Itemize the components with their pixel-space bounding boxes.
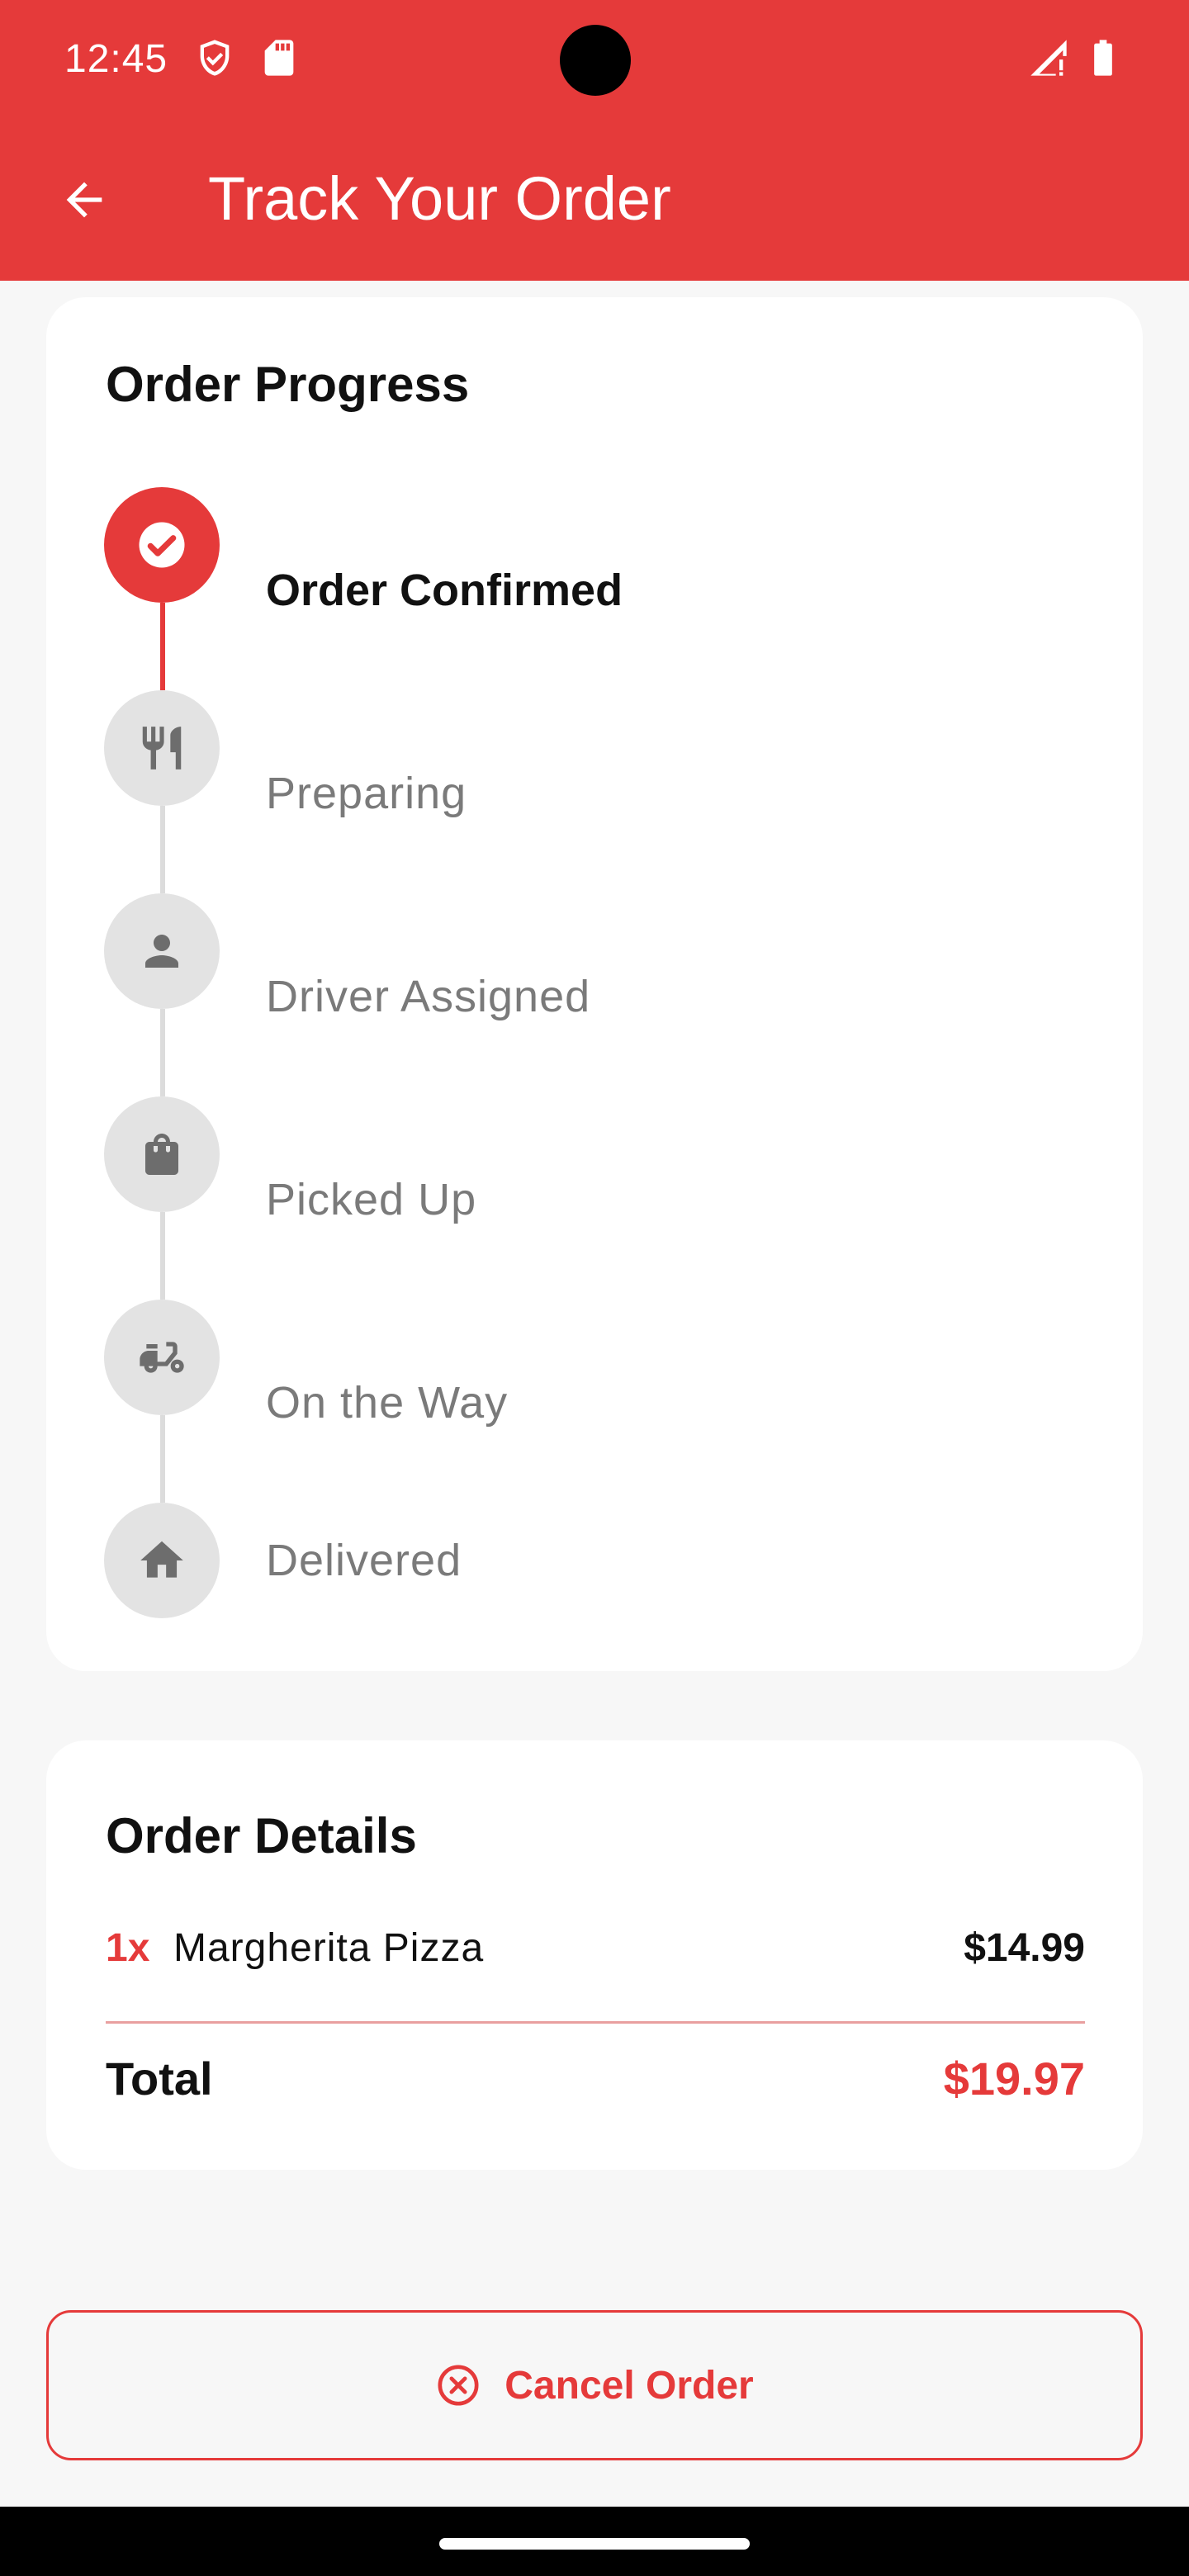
step-preparing-indicator (104, 690, 220, 806)
order-progress-title: Order Progress (106, 357, 470, 412)
total-value: $19.97 (943, 2053, 1085, 2105)
step-label-picked-up: Picked Up (266, 1175, 477, 1224)
step-label-driver-assigned: Driver Assigned (266, 972, 591, 1021)
camera-cutout (560, 25, 631, 96)
timeline-connector (160, 1415, 165, 1503)
order-details-card: Order Details 1x Margherita Pizza $14.99… (46, 1740, 1143, 2170)
home-icon (140, 1541, 183, 1578)
status-bar: 12:45 (0, 0, 1189, 119)
arrow-back-icon (66, 182, 102, 218)
divider (106, 2021, 1085, 2024)
item-name: Margherita Pizza (173, 1926, 485, 1970)
shopping-bag-icon (145, 1134, 178, 1175)
timeline-connector (160, 806, 165, 893)
back-button[interactable] (43, 159, 126, 241)
step-driver-assigned-indicator (104, 893, 220, 1009)
step-label-delivered: Delivered (266, 1536, 462, 1585)
status-time: 12:45 (64, 37, 168, 81)
sd-card-icon (264, 40, 294, 76)
restaurant-icon (142, 727, 182, 769)
signal-icon (1030, 40, 1067, 76)
timeline-connector (160, 1009, 165, 1096)
item-quantity: 1x (106, 1926, 150, 1970)
step-delivered-indicator (104, 1503, 220, 1618)
cancel-circle-icon (438, 2365, 479, 2406)
person-icon (145, 935, 178, 968)
step-on-the-way-indicator (104, 1300, 220, 1415)
app-bar: Track Your Order (0, 119, 1189, 281)
timeline-connector (160, 1212, 165, 1300)
home-gesture-handle[interactable] (439, 2538, 750, 2550)
order-details-title: Order Details (106, 1808, 417, 1863)
item-price: $14.99 (964, 1926, 1085, 1970)
cancel-order-button[interactable]: Cancel Order (46, 2310, 1143, 2460)
timeline-connector-done (160, 603, 165, 690)
step-label-order-confirmed: Order Confirmed (266, 566, 623, 615)
navigation-bar (0, 2507, 1189, 2576)
check-icon (139, 522, 185, 568)
step-picked-up-indicator (104, 1096, 220, 1212)
scooter-icon (140, 1342, 184, 1373)
battery-icon (1094, 40, 1112, 76)
page-title: Track Your Order (208, 164, 671, 233)
step-label-preparing: Preparing (266, 769, 467, 818)
cancel-order-label: Cancel Order (504, 2363, 754, 2408)
step-label-on-the-way: On the Way (266, 1378, 509, 1428)
step-order-confirmed-indicator (104, 487, 220, 603)
shield-icon (200, 40, 230, 76)
screen: 12:45 Track Your Order Order Progress Or… (0, 0, 1189, 2576)
total-label: Total (106, 2053, 213, 2105)
order-progress-card: Order Progress Order Confirmed Preparing (46, 297, 1143, 1671)
